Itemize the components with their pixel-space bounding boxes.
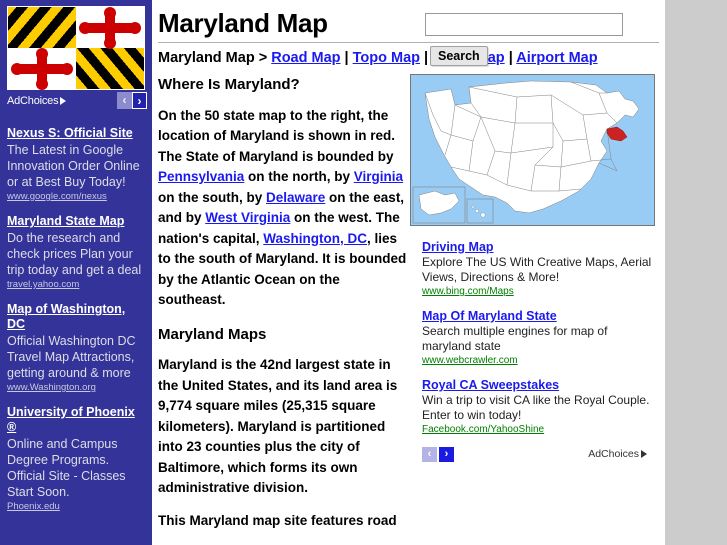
adchoices-label[interactable]: AdChoices bbox=[588, 448, 647, 460]
paragraph-maryland-facts: Maryland is the 42nd largest state in th… bbox=[158, 357, 398, 495]
sidebar-ad-description: Online and Campus Degree Programs. Offic… bbox=[7, 437, 126, 499]
breadcrumb-link-topo-map[interactable]: Topo Map bbox=[353, 50, 420, 66]
prev-ad-arrow-icon[interactable]: ‹ bbox=[422, 447, 437, 462]
maryland-flag-image bbox=[7, 6, 145, 90]
sidebar-ad-title[interactable]: Map of Washington, DC bbox=[7, 302, 145, 332]
link-delaware[interactable]: Delaware bbox=[266, 190, 325, 205]
breadcrumb-pipe: | bbox=[344, 50, 349, 66]
right-ad-block: Driving Map Explore The US With Creative… bbox=[410, 240, 655, 435]
adchoices-label[interactable]: AdChoices bbox=[7, 95, 67, 107]
link-washington-dc[interactable]: Washington, DC bbox=[263, 231, 367, 246]
adchoices-text: AdChoices bbox=[588, 448, 639, 460]
breadcrumb-link-road-map[interactable]: Road Map bbox=[271, 50, 340, 66]
right-ad-description: Win a trip to visit CA like the Royal Co… bbox=[422, 393, 650, 422]
right-ad-description: Search multiple engines for map of maryl… bbox=[422, 324, 608, 353]
right-ad-url[interactable]: Facebook.com/YahooShine bbox=[422, 424, 655, 435]
sidebar-ad-description: Official Washington DC Travel Map Attrac… bbox=[7, 334, 136, 380]
sidebar-ad-0: Nexus S: Official Site The Latest in Goo… bbox=[0, 126, 152, 202]
sidebar-ad-1: Maryland State Map Do the research and c… bbox=[0, 214, 152, 290]
search-button[interactable]: Search bbox=[430, 46, 488, 66]
paragraph-location: On the 50 state map to the right, the lo… bbox=[158, 106, 408, 311]
text-column: Where Is Maryland? On the 50 state map t… bbox=[158, 75, 408, 531]
sidebar-adchoices-row: AdChoices ‹ › bbox=[0, 92, 152, 114]
right-ad-url[interactable]: www.bing.com/Maps bbox=[422, 286, 655, 297]
right-adchoices-row: ‹ › AdChoices bbox=[410, 447, 655, 467]
right-ad-url[interactable]: www.webcrawler.com bbox=[422, 355, 655, 366]
link-virginia[interactable]: Virginia bbox=[354, 169, 403, 184]
breadcrumb-pipe: | bbox=[424, 50, 429, 66]
right-ad-title[interactable]: Driving Map bbox=[422, 240, 655, 254]
right-ad-0: Driving Map Explore The US With Creative… bbox=[422, 240, 655, 297]
flag-quadrant-gold-black bbox=[8, 7, 76, 48]
main-content: Maryland Map Search Maryland Map > Road … bbox=[152, 0, 665, 545]
breadcrumb-link-airport-map[interactable]: Airport Map bbox=[516, 50, 597, 66]
sidebar-ad-description: Do the research and check prices Plan yo… bbox=[7, 231, 142, 277]
adchoices-triangle-icon bbox=[60, 97, 67, 105]
sidebar-ad-url[interactable]: Phoenix.edu bbox=[7, 501, 145, 512]
p1-text-2: on the north, by bbox=[244, 169, 354, 184]
p1-text-3: on the south, by bbox=[158, 189, 266, 205]
sidebar-ad-nav: ‹ › bbox=[117, 92, 147, 110]
right-ad-title[interactable]: Map Of Maryland State bbox=[422, 309, 655, 323]
section-heading-maryland-maps: Maryland Maps bbox=[158, 325, 267, 343]
flag-quadrant-red-white-2 bbox=[8, 47, 76, 90]
map-panel: Driving Map Explore The US With Creative… bbox=[410, 74, 655, 467]
right-ad-title[interactable]: Royal CA Sweepstakes bbox=[422, 378, 655, 392]
sidebar-ad-2: Map of Washington, DC Official Washingto… bbox=[0, 302, 152, 393]
sidebar-ad-url[interactable]: www.Washington.org bbox=[7, 382, 145, 393]
content-area: Where Is Maryland? On the 50 state map t… bbox=[152, 74, 665, 531]
breadcrumb-pipe: | bbox=[508, 50, 513, 66]
search-input[interactable] bbox=[425, 13, 623, 36]
sidebar-ad-3: University of Phoenix ® Online and Campu… bbox=[0, 405, 152, 512]
paragraph-site-features-narrow: This Maryland map site features road bbox=[158, 512, 397, 528]
us-states-map[interactable] bbox=[410, 74, 655, 226]
prev-ad-arrow-icon[interactable]: ‹ bbox=[117, 92, 132, 109]
sidebar-ad-url[interactable]: www.google.com/nexus bbox=[7, 191, 145, 202]
next-ad-arrow-icon[interactable]: › bbox=[132, 92, 147, 109]
page-container: AdChoices ‹ › Nexus S: Official Site The … bbox=[0, 0, 665, 545]
link-west-virginia[interactable]: West Virginia bbox=[205, 210, 290, 225]
right-ad-description: Explore The US With Creative Maps, Aeria… bbox=[422, 255, 652, 284]
flag-quadrant-gold-black-2 bbox=[76, 48, 144, 89]
sidebar-ad-title[interactable]: Maryland State Map bbox=[7, 214, 145, 229]
sidebar-ad-description: The Latest in Google Innovation Order On… bbox=[7, 143, 140, 189]
sidebar-ad-title[interactable]: University of Phoenix ® bbox=[7, 405, 145, 435]
adchoices-text: AdChoices bbox=[7, 95, 59, 107]
sidebar-ad-title[interactable]: Nexus S: Official Site bbox=[7, 126, 145, 141]
right-ad-1: Map Of Maryland State Search multiple en… bbox=[422, 309, 655, 366]
right-ad-2: Royal CA Sweepstakes Win a trip to visit… bbox=[422, 378, 655, 435]
sidebar: AdChoices ‹ › Nexus S: Official Site The … bbox=[0, 0, 152, 545]
breadcrumb-current: Maryland Map bbox=[158, 50, 255, 66]
p1-text-1: On the 50 state map to the right, the lo… bbox=[158, 107, 396, 164]
next-ad-arrow-icon[interactable]: › bbox=[439, 447, 454, 462]
adchoices-triangle-icon bbox=[641, 450, 647, 458]
header-divider bbox=[158, 42, 659, 43]
link-pennsylvania[interactable]: Pennsylvania bbox=[158, 169, 244, 184]
section-heading-where-is-maryland: Where Is Maryland? bbox=[158, 76, 300, 93]
sidebar-ad-url[interactable]: travel.yahoo.com bbox=[7, 279, 145, 290]
flag-quadrant-red-white bbox=[76, 6, 144, 49]
breadcrumb: Maryland Map > Road Map | Topo Map | Rel… bbox=[158, 50, 665, 66]
search-area: Search bbox=[425, 13, 625, 66]
breadcrumb-separator: > bbox=[258, 50, 268, 66]
